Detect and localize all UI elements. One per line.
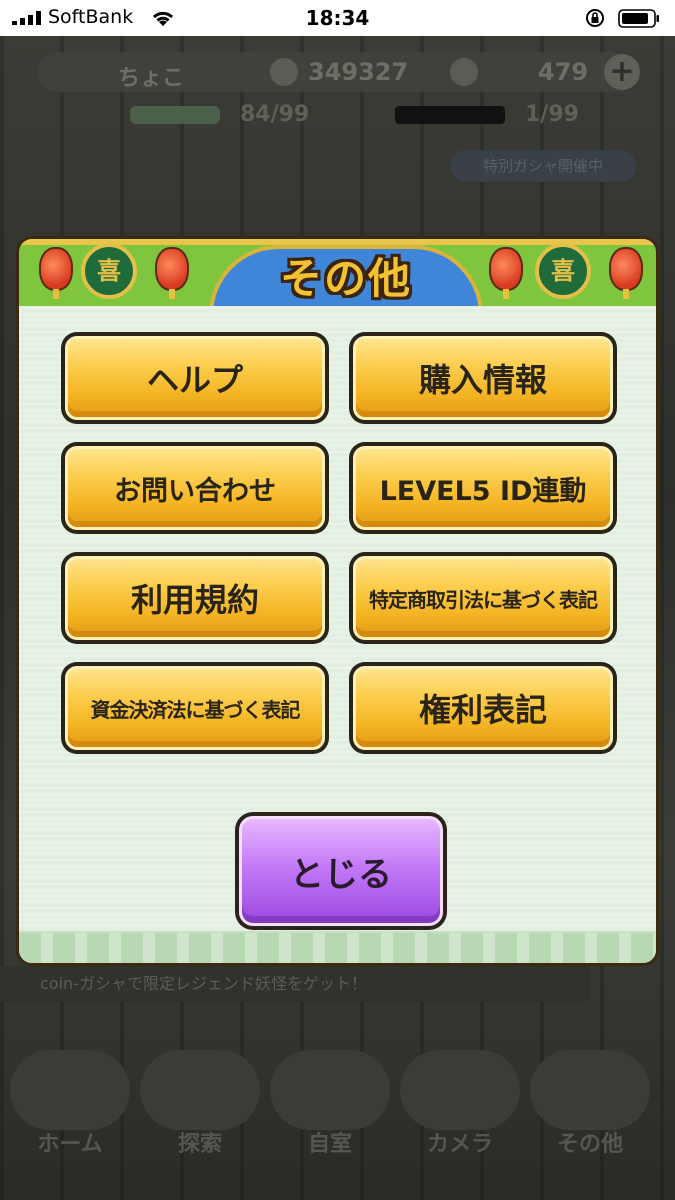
nav-other-icon <box>530 1050 650 1130</box>
nav-item-room: 自室 <box>307 1132 352 1157</box>
nav-explore-icon <box>140 1050 260 1130</box>
lantern-icon <box>39 247 73 299</box>
contact-button-label: お問い合わせ <box>114 475 276 507</box>
dialog-title: その他 <box>279 254 412 303</box>
bottom-nav: ホーム 探索 自室 カメラ その他 <box>0 1030 675 1200</box>
coin-icon <box>270 58 298 86</box>
gem-count: 479 <box>538 58 589 86</box>
news-ticker: coin-ガシャで限定レジェンド妖怪をゲット！ <box>0 966 590 1002</box>
dialog-footer-pattern <box>19 931 656 963</box>
clock: 18:34 <box>305 6 370 30</box>
terms-of-use-button-label: 利用規約 <box>130 581 259 619</box>
close-button-label: とじる <box>290 854 392 895</box>
nav-item-explore: 探索 <box>177 1132 222 1157</box>
nav-home-icon <box>10 1050 130 1130</box>
copyright-button-label: 権利表記 <box>418 691 547 729</box>
stamina-bar <box>130 106 220 124</box>
medallion-icon: 喜 <box>81 243 137 299</box>
nav-camera-icon <box>400 1050 520 1130</box>
help-button-label: ヘルプ <box>146 361 243 399</box>
nav-item-other: その他 <box>556 1132 623 1157</box>
level5-id-link-button[interactable]: LEVEL5 ID連動 <box>349 442 617 534</box>
event-pill: 特別ガシャ開催中 <box>450 150 636 182</box>
payment-services-button-label: 資金決済法に基づく表記 <box>90 697 301 722</box>
medallion-icon: 喜 <box>535 243 591 299</box>
other-menu-dialog: 喜 その他 喜 ヘルプ 購入情報 お問い合わせ LEVEL5 ID連動 利用規約… <box>16 236 659 966</box>
help-button[interactable]: ヘルプ <box>61 332 329 424</box>
coin-count: 349327 <box>308 58 409 86</box>
stamina-count: 84/99 <box>240 102 310 127</box>
payment-services-button[interactable]: 資金決済法に基づく表記 <box>61 662 329 754</box>
player-info-bar: ちょこ 349327 479 + <box>38 52 640 92</box>
resource-row: 84/99 1/99 <box>90 100 650 134</box>
nav-item-camera: カメラ <box>426 1132 493 1157</box>
status-bar: SoftBank 18:34 <box>0 0 675 36</box>
add-gems-button: + <box>604 54 640 90</box>
battery-icon <box>618 9 659 28</box>
nav-room-icon <box>270 1050 390 1130</box>
dialog-header: 喜 その他 喜 <box>16 236 659 306</box>
lantern-icon <box>155 247 189 299</box>
terms-of-use-button[interactable]: 利用規約 <box>61 552 329 644</box>
dialog-body: ヘルプ 購入情報 お問い合わせ LEVEL5 ID連動 利用規約 特定商取引法に… <box>16 306 659 966</box>
lantern-icon <box>609 247 643 299</box>
orientation-lock-icon <box>586 9 604 27</box>
ticket-bar <box>395 106 505 124</box>
nav-item-home: ホーム <box>37 1132 103 1157</box>
commercial-transactions-button[interactable]: 特定商取引法に基づく表記 <box>349 552 617 644</box>
copyright-button[interactable]: 権利表記 <box>349 662 617 754</box>
purchase-info-button[interactable]: 購入情報 <box>349 332 617 424</box>
close-button[interactable]: とじる <box>235 812 447 930</box>
gem-icon <box>450 58 478 86</box>
purchase-info-button-label: 購入情報 <box>418 361 547 399</box>
contact-button[interactable]: お問い合わせ <box>61 442 329 534</box>
commercial-transactions-button-label: 特定商取引法に基づく表記 <box>369 587 598 612</box>
level5-id-link-button-label: LEVEL5 ID連動 <box>379 475 587 507</box>
lantern-icon <box>489 247 523 299</box>
ticket-count: 1/99 <box>525 102 579 127</box>
player-name: ちょこ <box>118 66 185 91</box>
